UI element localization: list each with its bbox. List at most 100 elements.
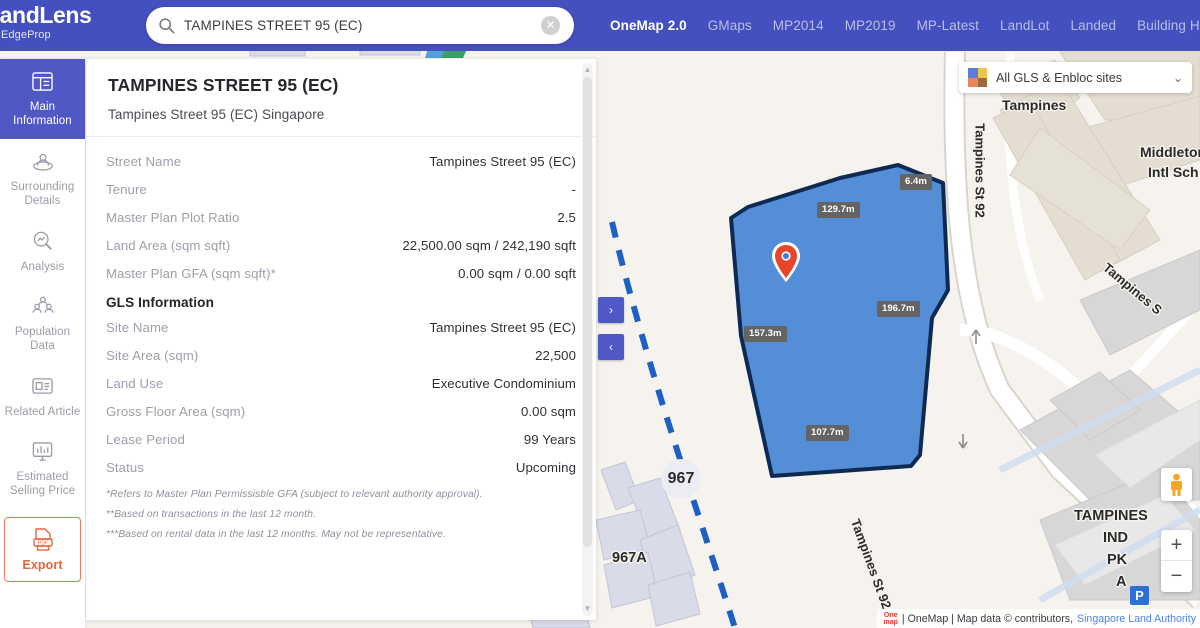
parking-sign-icon: P — [1130, 586, 1149, 605]
nav-item-building-height[interactable]: Building Height — [1137, 18, 1200, 33]
detail-key: Street Name — [106, 154, 182, 169]
map-label-tampines-ind-pk-4: A — [1116, 574, 1127, 590]
panel-expand-button[interactable]: › — [598, 297, 624, 323]
detail-key: Land Area (sqm sqft) — [106, 238, 231, 253]
zoom-in-button[interactable]: + — [1161, 530, 1192, 561]
pdf-export-icon: PDF — [7, 526, 78, 553]
map-label-tampines-ind-pk-2: IND — [1103, 530, 1128, 546]
sidebar-label: Related Article — [4, 405, 81, 418]
people-group-icon — [4, 293, 81, 320]
location-pin-icon[interactable] — [770, 240, 802, 289]
search-input[interactable]: TAMPINES STREET 95 (EC) — [184, 18, 541, 33]
map-label-middleton: Middleton — [1140, 144, 1200, 160]
top-bar: LandLens by EdgeProp TAMPINES STREET 95 … — [0, 0, 1200, 51]
map-label-967a: 967A — [612, 550, 647, 566]
info-panel: TAMPINES STREET 95 (EC) Tampines Street … — [86, 59, 596, 620]
detail-key: Site Area (sqm) — [106, 348, 199, 363]
panel-scrollbar[interactable]: ▲ ▼ — [582, 63, 593, 616]
map-label-intl-sch: Intl Sch — [1148, 164, 1199, 180]
app-logo[interactable]: LandLens by EdgeProp — [0, 4, 106, 41]
nav-item-landed[interactable]: Landed — [1071, 18, 1117, 33]
sidebar-item-surrounding-details[interactable]: Surrounding Details — [0, 139, 85, 219]
table-row: Site Area (sqm) 22,500 — [106, 341, 576, 369]
clear-search-icon[interactable]: ✕ — [541, 16, 560, 35]
panel-collapse-button[interactable]: ‹ — [598, 334, 624, 360]
zoom-out-button[interactable]: − — [1161, 561, 1192, 592]
onemap-logo-icon: One map — [883, 611, 898, 626]
nav-item-landlot[interactable]: LandLot — [1000, 18, 1050, 33]
detail-value: Tampines Street 95 (EC) — [429, 154, 576, 169]
detail-value: 99 Years — [523, 432, 576, 447]
detail-value: 2.5 — [557, 210, 576, 225]
table-row: Status Upcoming — [106, 453, 576, 481]
export-button[interactable]: PDF Export — [4, 516, 81, 583]
detail-row: Land Area (sqm sqft) 22,500.00 sqm / 242… — [106, 231, 576, 259]
footnote: **Based on transactions in the last 12 m… — [106, 509, 316, 520]
attribution-link[interactable]: Singapore Land Authority — [1077, 613, 1196, 625]
sidebar-item-estimated-selling-price[interactable]: Estimated Selling Price — [0, 429, 85, 509]
street-view-pegman-button[interactable] — [1161, 468, 1192, 501]
sidebar-item-related-article[interactable]: Related Article — [0, 364, 85, 429]
app-root: Tampines Middleton Intl Sch Tampines St … — [0, 0, 1200, 628]
map-label-tampines: Tampines — [1002, 97, 1067, 113]
table-row: Land Use Executive Condominium — [106, 369, 576, 397]
sidebar-item-population-data[interactable]: Population Data — [0, 284, 85, 364]
logo-tagline: by EdgeProp — [0, 29, 51, 41]
export-label: Export — [22, 557, 63, 572]
search-icon — [159, 18, 175, 34]
logo-name: LandLens — [0, 2, 92, 28]
search-box[interactable]: TAMPINES STREET 95 (EC) ✕ — [146, 7, 574, 44]
detail-key: Land Use — [106, 376, 164, 391]
zoom-controls[interactable]: + − — [1161, 530, 1192, 592]
nav-item-mp2014[interactable]: MP2014 — [773, 18, 824, 33]
road-chip-label: 967 — [667, 470, 695, 487]
map-label-tampines-st-92-north: Tampines St 92 — [972, 123, 988, 218]
road-number-chip: 967 — [661, 459, 701, 499]
sidebar-rail: Main Information Surrounding Details Ana… — [0, 59, 85, 628]
monitor-chart-icon — [4, 438, 81, 465]
dimension-label: 6.4m — [900, 174, 932, 190]
sidebar-label: Main Information — [13, 101, 72, 128]
layer-select-dropdown[interactable]: All GLS & Enbloc sites ⌄ — [959, 62, 1192, 93]
nav-item-mp-latest[interactable]: MP-Latest — [917, 18, 979, 33]
map-attribution: One map | OneMap | Map data © contributor… — [877, 609, 1200, 628]
page-title: TAMPINES STREET 95 (EC) — [108, 75, 339, 95]
detail-value: Tampines Street 95 (EC) — [429, 320, 576, 335]
detail-key: Status — [106, 460, 144, 475]
detail-row: Tenure - — [106, 175, 576, 203]
chevron-down-icon: ⌄ — [1172, 70, 1183, 85]
panel-subtitle: Tampines Street 95 (EC) Singapore — [108, 107, 325, 122]
detail-row: Street Name Tampines Street 95 (EC) — [106, 147, 576, 175]
nav-item-gmaps[interactable]: GMaps — [708, 18, 752, 33]
table-row: Site Name Tampines Street 95 (EC) — [106, 313, 576, 341]
detail-row: Master Plan Plot Ratio 2.5 — [106, 203, 576, 231]
table-row: Lease Period 99 Years — [106, 425, 576, 453]
map-label-tampines-ind-pk-3: PK — [1107, 552, 1128, 568]
detail-value: - — [571, 182, 576, 197]
magnifier-chart-icon — [4, 228, 81, 255]
layout-icon — [4, 68, 81, 95]
sidebar-item-main-information[interactable]: Main Information — [0, 59, 85, 139]
panel-header: TAMPINES STREET 95 (EC) Tampines Street … — [86, 59, 596, 137]
sidebar-label: Population Data — [14, 325, 71, 353]
sidebar-item-analysis[interactable]: Analysis — [0, 219, 85, 284]
detail-key: Site Name — [106, 320, 169, 335]
nav-item-mp2019[interactable]: MP2019 — [845, 18, 896, 33]
footnote: ***Based on rental data in the last 12 m… — [106, 529, 446, 540]
detail-row: Master Plan GFA (sqm sqft)* 0.00 sqm / 0… — [106, 259, 576, 287]
people-location-icon — [4, 148, 81, 175]
scroll-up-arrow-icon[interactable]: ▲ — [584, 66, 592, 74]
scrollbar-thumb[interactable] — [583, 77, 592, 547]
nav-item-onemap[interactable]: OneMap 2.0 — [610, 18, 687, 33]
dimension-label: 157.3m — [744, 326, 787, 342]
parking-letter: P — [1135, 588, 1144, 603]
dimension-label: 196.7m — [877, 301, 920, 317]
detail-key: Master Plan Plot Ratio — [106, 210, 240, 225]
scroll-down-arrow-icon[interactable]: ▼ — [584, 605, 592, 613]
layer-select-label: All GLS & Enbloc sites — [996, 70, 1122, 85]
detail-value: Executive Condominium — [431, 376, 576, 391]
gls-section-title: GLS Information — [106, 295, 214, 310]
detail-key: Master Plan GFA (sqm sqft)* — [106, 266, 276, 281]
map-label-tampines-ind-pk-1: TAMPINES — [1074, 508, 1148, 524]
table-row: Gross Floor Area (sqm) 0.00 sqm — [106, 397, 576, 425]
